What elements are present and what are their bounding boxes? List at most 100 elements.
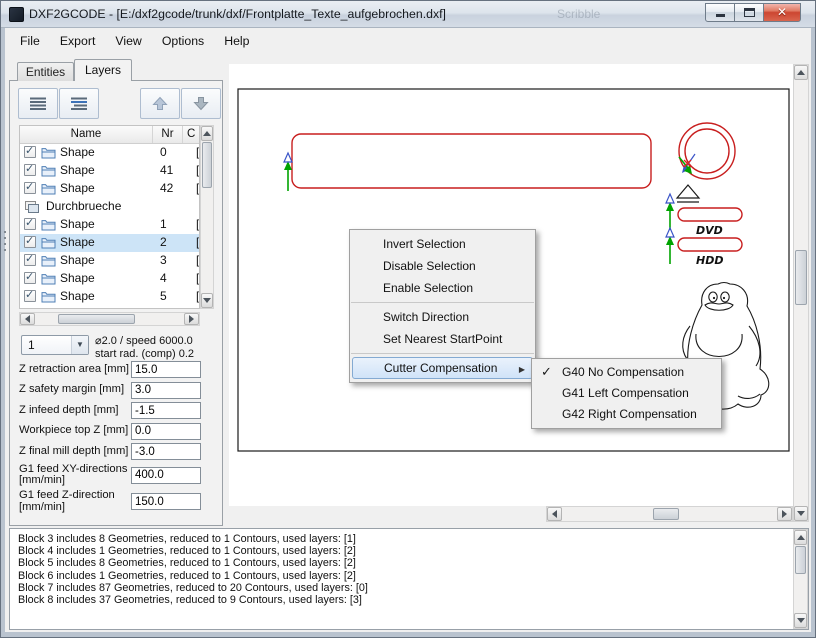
scroll-up-button[interactable]: [794, 65, 808, 80]
layer-visible-checkbox[interactable]: [24, 288, 36, 302]
shape-icon: [41, 291, 56, 306]
param-input[interactable]: [131, 381, 201, 399]
scroll-left-button[interactable]: [20, 313, 35, 325]
menu-item[interactable]: File: [10, 31, 50, 51]
context-menu-item[interactable]: Switch Direction: [350, 306, 535, 328]
param-input[interactable]: [131, 402, 201, 419]
scroll-thumb[interactable]: [202, 142, 212, 188]
menu-item-label: Set Nearest StartPoint: [383, 332, 503, 346]
context-menu-item[interactable]: Cutter Compensation: [352, 357, 533, 379]
dropdown-arrow-icon[interactable]: [71, 336, 88, 354]
hdd-slot-shape[interactable]: [677, 237, 743, 252]
menu-item[interactable]: Options: [152, 31, 214, 51]
hdd-label[interactable]: HDD: [696, 254, 723, 267]
window-title: DXF2GCODE - [E:/dxf2gcode/trunk/dxf/Fron…: [29, 7, 446, 21]
layer-row[interactable]: Shape 1 [: [20, 216, 199, 234]
layer-row[interactable]: Shape 4 [: [20, 270, 199, 288]
app-icon[interactable]: [9, 7, 24, 22]
context-menu-item[interactable]: Disable Selection: [350, 255, 535, 277]
log-vertical-scrollbar[interactable]: [793, 529, 808, 629]
layer-select-button[interactable]: [59, 88, 99, 119]
menu-item[interactable]: View: [105, 31, 151, 51]
arrow-down-icon: [193, 97, 209, 111]
layer-row[interactable]: Shape 3 [: [20, 252, 199, 270]
eject-triangle[interactable]: [675, 184, 701, 199]
dvd-slot-shape[interactable]: [677, 207, 743, 222]
layer-visible-checkbox[interactable]: [24, 162, 36, 176]
menu-item[interactable]: Help: [214, 31, 259, 51]
submenu-item[interactable]: G42 Right Compensation: [532, 404, 721, 425]
canvas-horizontal-scrollbar[interactable]: [546, 506, 793, 522]
move-layer-down-button[interactable]: [181, 88, 221, 119]
context-menu-item[interactable]: Invert Selection: [350, 233, 535, 255]
layer-row[interactable]: Shape 42 [: [20, 180, 199, 198]
param-input[interactable]: [131, 493, 201, 511]
layer-visible-checkbox[interactable]: [24, 252, 36, 266]
param-input[interactable]: [131, 422, 201, 440]
param-input[interactable]: [131, 361, 201, 378]
layer-visible-checkbox[interactable]: [24, 234, 36, 248]
row-name: Shape: [60, 145, 95, 159]
param-input[interactable]: [131, 466, 201, 484]
log-line: Block 6 includes 1 Geometries, reduced t…: [18, 569, 356, 582]
layer-visible-checkbox[interactable]: [24, 216, 36, 230]
row-extra: [: [196, 181, 200, 195]
layer-row[interactable]: Durchbrueche: [20, 198, 199, 216]
scroll-down-button[interactable]: [201, 293, 213, 308]
layer-list-button[interactable]: [18, 88, 58, 119]
layer-visible-checkbox[interactable]: [24, 180, 36, 194]
scroll-thumb[interactable]: [795, 250, 807, 305]
message-log[interactable]: Block 3 includes 8 Geometries, reduced t…: [9, 528, 809, 630]
submenu-item[interactable]: G41 Left Compensation: [532, 383, 721, 404]
log-line: Block 3 includes 8 Geometries, reduced t…: [18, 533, 356, 545]
layer-row[interactable]: Shape 41 [: [20, 162, 199, 180]
scroll-thumb[interactable]: [58, 314, 135, 324]
scroll-down-button[interactable]: [794, 506, 808, 521]
column-header-nr[interactable]: Nr: [152, 126, 182, 143]
scroll-left-button[interactable]: [547, 507, 562, 521]
scroll-down-button[interactable]: [794, 613, 807, 628]
scroll-thumb[interactable]: [653, 508, 679, 520]
layer-row[interactable]: Shape 2 [: [20, 234, 199, 252]
row-nr: 41: [160, 163, 174, 177]
param-row: Z safety margin [mm]: [19, 381, 203, 399]
titlebar[interactable]: DXF2GCODE - [E:/dxf2gcode/trunk/dxf/Fron…: [1, 1, 815, 28]
column-header-extra[interactable]: C: [182, 126, 199, 143]
dvd-label[interactable]: DVD: [696, 224, 723, 237]
scroll-right-button[interactable]: [777, 507, 792, 521]
column-header-name[interactable]: Name: [20, 126, 152, 143]
table-horizontal-scrollbar[interactable]: [19, 312, 200, 326]
layer-row[interactable]: Shape 0 [: [20, 144, 199, 162]
canvas-vertical-scrollbar[interactable]: [793, 64, 809, 522]
startpoint-marker: [678, 153, 696, 174]
tool-select[interactable]: 1: [21, 335, 89, 355]
scroll-thumb[interactable]: [795, 546, 806, 574]
maximize-button[interactable]: [734, 3, 764, 22]
scroll-up-button[interactable]: [201, 126, 213, 141]
context-menu-item[interactable]: Set Nearest StartPoint: [350, 328, 535, 350]
layer-row[interactable]: Shape 5 [: [20, 288, 199, 306]
submenu-item[interactable]: G40 No Compensation: [532, 362, 721, 383]
tab-entities[interactable]: Entities: [17, 62, 74, 81]
scroll-up-button[interactable]: [794, 530, 807, 545]
submenu-item-label: G41 Left Compensation: [562, 386, 689, 400]
layer-visible-checkbox[interactable]: [24, 270, 36, 284]
layer-select-icon: [71, 97, 87, 110]
knob-hole-inner[interactable]: [684, 128, 730, 174]
splitter-handle[interactable]: [4, 231, 6, 251]
tab-layers[interactable]: Layers: [74, 59, 132, 81]
context-menu-item[interactable]: Enable Selection: [350, 277, 535, 299]
minimize-button[interactable]: [705, 3, 735, 22]
menu-item[interactable]: Export: [50, 31, 106, 51]
tool-info-line2: start rad. (comp) 0.2: [95, 347, 195, 360]
move-layer-up-button[interactable]: [140, 88, 180, 119]
log-line: Block 7 includes 87 Geometries, reduced …: [18, 581, 368, 594]
layer-visible-checkbox[interactable]: [24, 144, 36, 158]
row-name: Shape: [60, 217, 95, 231]
scroll-right-button[interactable]: [184, 313, 199, 325]
param-input[interactable]: [131, 443, 201, 460]
display-slot-shape[interactable]: [291, 133, 652, 189]
close-button[interactable]: ✕: [763, 3, 801, 22]
table-vertical-scrollbar[interactable]: [200, 125, 214, 309]
param-label: G1 feed XY-directions [mm/min]: [19, 462, 128, 487]
